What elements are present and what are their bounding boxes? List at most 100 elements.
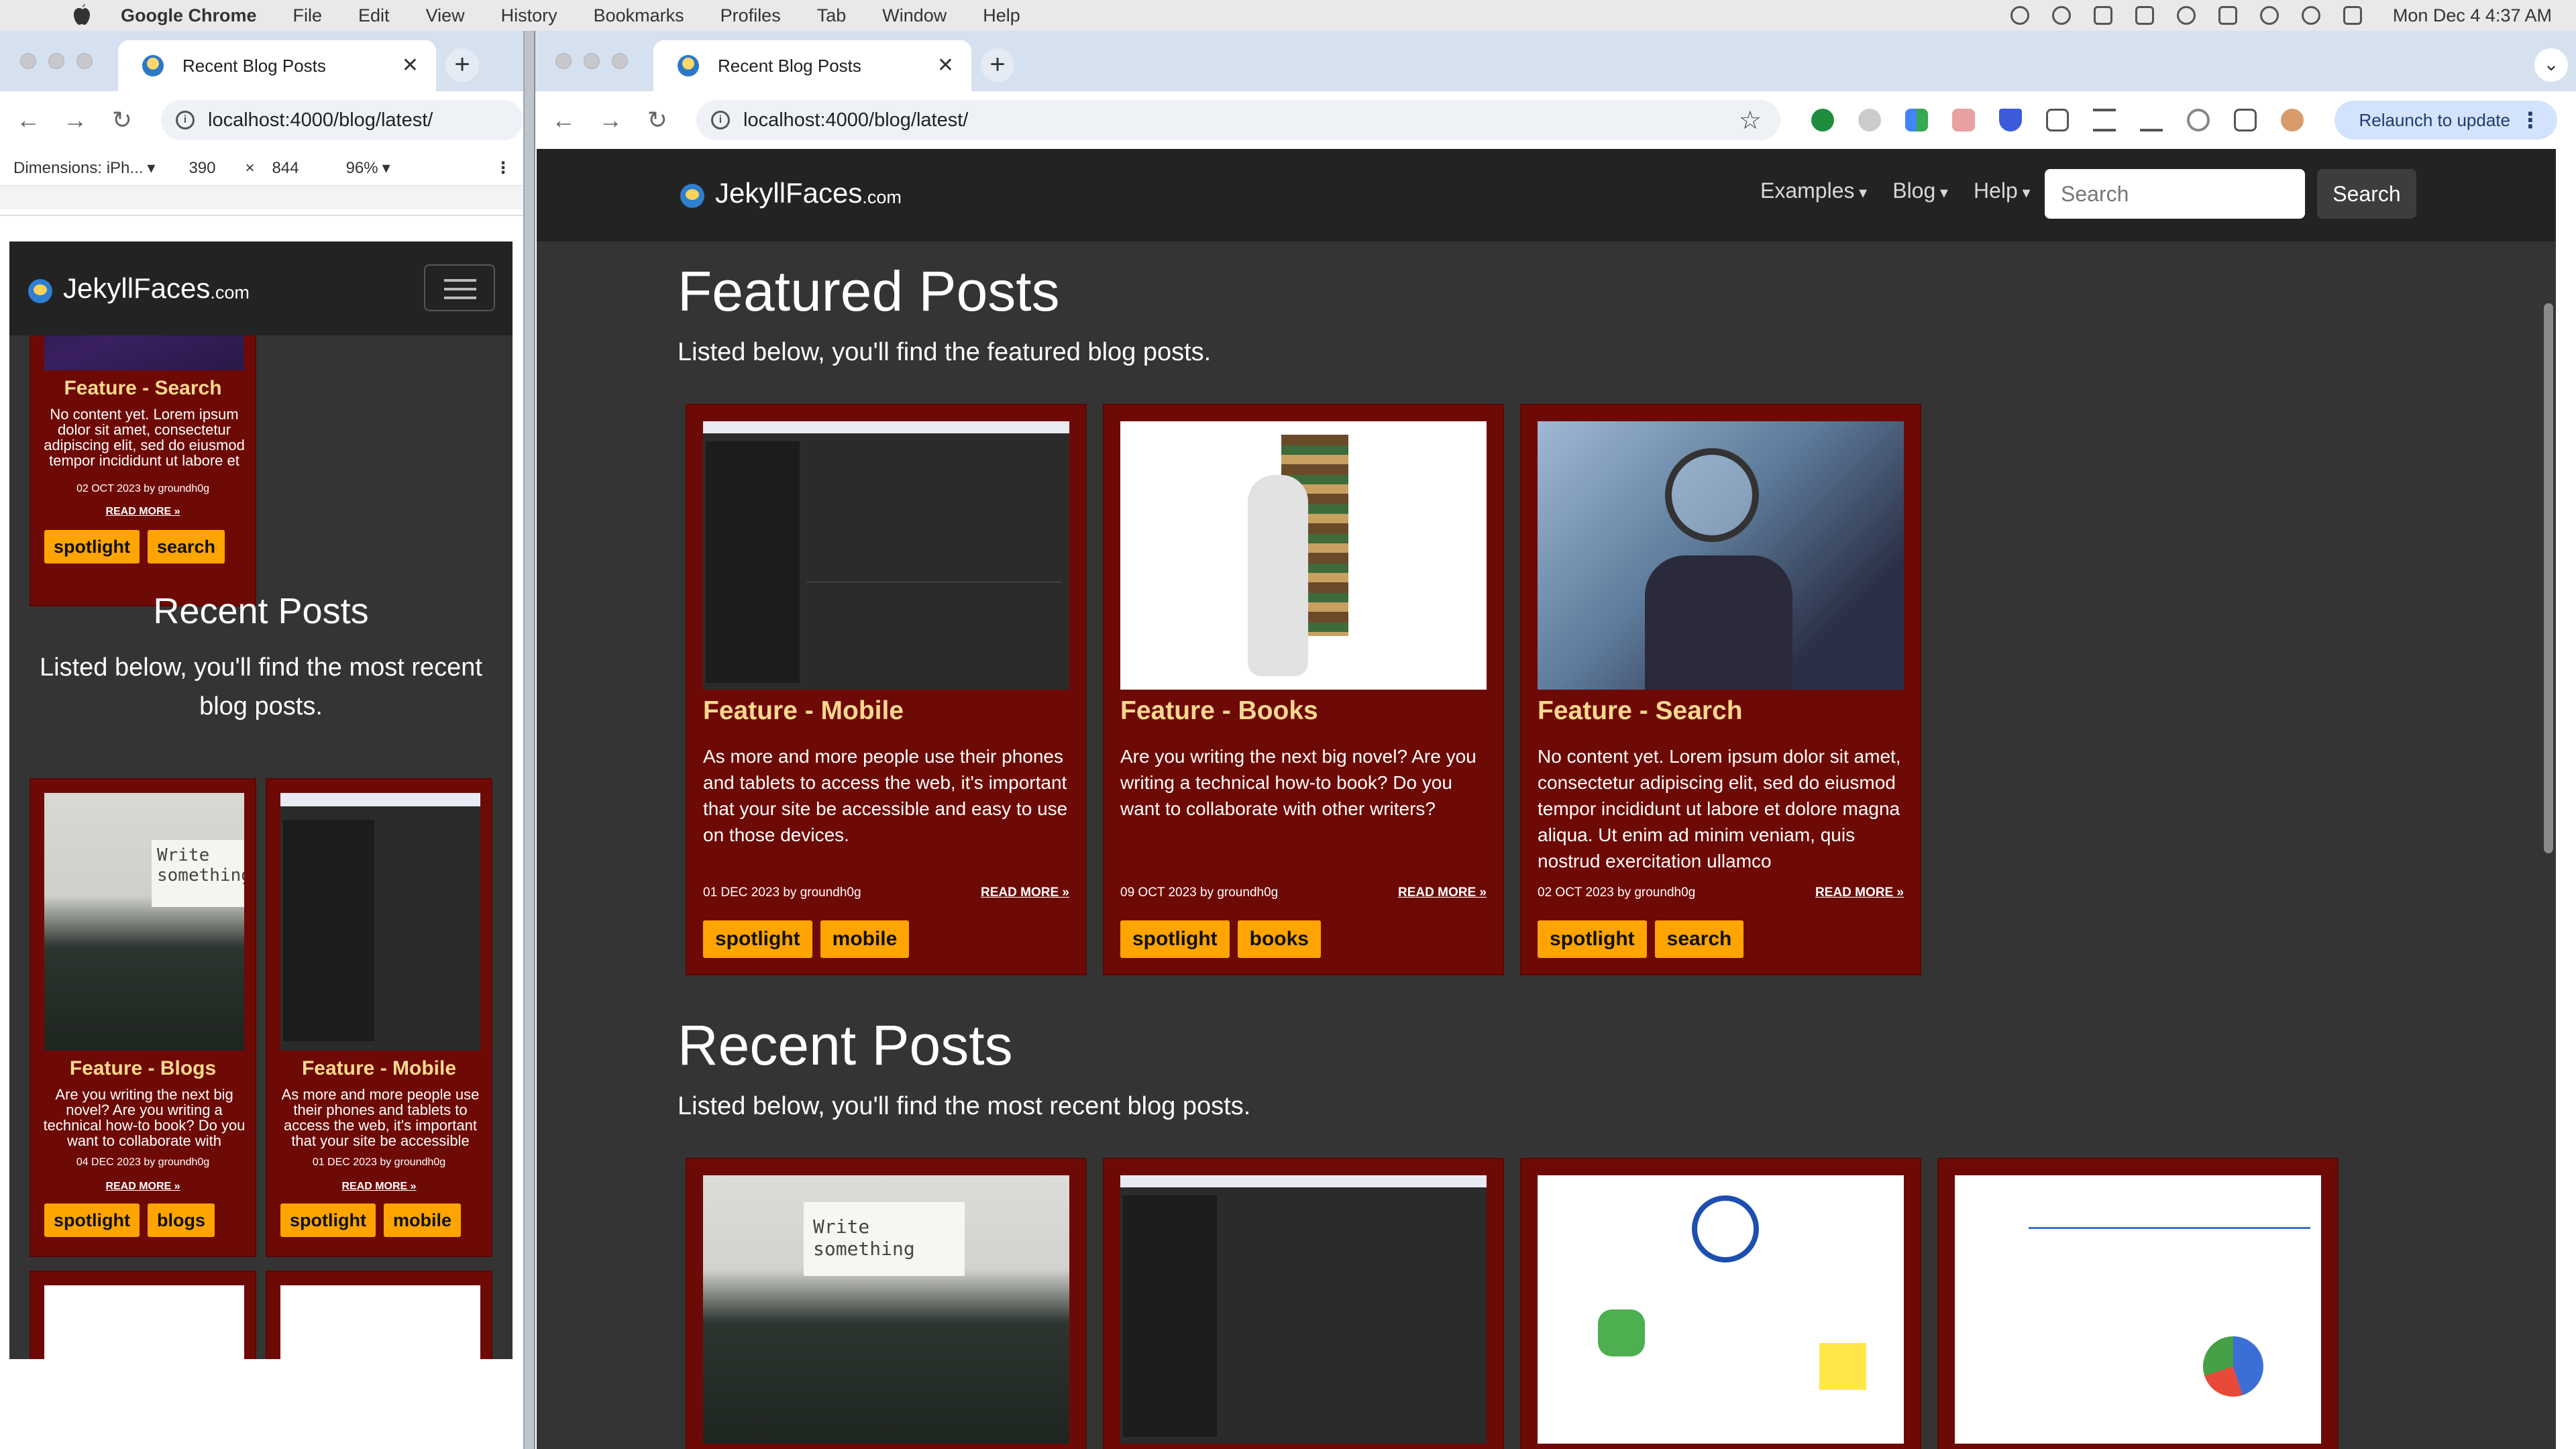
- post-card[interactable]: Feature - Mobile As more and more people…: [266, 778, 492, 1257]
- tag-spotlight[interactable]: spotlight: [1538, 920, 1647, 958]
- download-icon[interactable]: [2140, 109, 2163, 131]
- menu-help[interactable]: Help: [983, 5, 1020, 26]
- post-card[interactable]: Write something: [686, 1158, 1087, 1449]
- post-title[interactable]: Feature - Mobile: [703, 696, 904, 726]
- post-title[interactable]: Feature - Mobile: [267, 1057, 491, 1080]
- featured-post-card[interactable]: Feature - Search No content yet. Lorem i…: [1520, 404, 1921, 975]
- close-window-button[interactable]: [20, 53, 36, 69]
- tag-mobile[interactable]: mobile: [820, 920, 910, 958]
- battery-icon[interactable]: [2218, 6, 2237, 25]
- reading-list-icon[interactable]: [2093, 109, 2116, 131]
- menu-window[interactable]: Window: [882, 5, 947, 26]
- read-more-link[interactable]: READ MORE »: [31, 1181, 255, 1193]
- minimize-window-button[interactable]: [48, 53, 64, 69]
- tag-search[interactable]: search: [147, 530, 225, 564]
- post-thumbnail[interactable]: [280, 1285, 480, 1359]
- extension-phone-icon[interactable]: [1811, 109, 1834, 131]
- status-icon-1[interactable]: [2010, 6, 2029, 25]
- wifi-icon[interactable]: [2259, 6, 2279, 25]
- google-lens-icon[interactable]: [2187, 109, 2210, 131]
- post-card[interactable]: Write something Feature - Blogs Are you …: [30, 778, 256, 1257]
- post-card[interactable]: [266, 1271, 492, 1359]
- menu-bookmarks[interactable]: Bookmarks: [594, 5, 684, 26]
- device-height-field[interactable]: 844: [272, 159, 299, 178]
- site-brand[interactable]: JekyllFaces .com: [25, 271, 250, 306]
- post-card[interactable]: [30, 1271, 256, 1359]
- browser-tab[interactable]: Recent Blog Posts ✕: [118, 40, 436, 91]
- apple-icon[interactable]: [70, 3, 94, 28]
- chevron-down-icon[interactable]: ▾: [382, 158, 390, 178]
- post-title[interactable]: Feature - Search: [1538, 696, 1743, 726]
- extensions-puzzle-icon[interactable]: [2046, 109, 2069, 131]
- read-more-link[interactable]: READ MORE »: [1398, 885, 1487, 900]
- close-window-button[interactable]: [555, 53, 572, 69]
- extension-4-icon[interactable]: [1952, 109, 1975, 131]
- tag-spotlight[interactable]: spotlight: [44, 530, 140, 564]
- close-tab-icon[interactable]: ✕: [937, 54, 954, 77]
- menubar-clock[interactable]: Mon Dec 4 4:37 AM: [2393, 5, 2552, 26]
- extension-3-icon[interactable]: [1905, 109, 1928, 131]
- post-thumbnail-books[interactable]: [1120, 421, 1487, 690]
- read-more-link[interactable]: READ MORE »: [267, 1181, 491, 1193]
- post-thumbnail-screenshot[interactable]: [280, 793, 480, 1051]
- read-more-link[interactable]: READ MORE »: [981, 885, 1069, 900]
- tag-spotlight[interactable]: spotlight: [1120, 920, 1230, 958]
- browser-tab[interactable]: Recent Blog Posts ✕: [653, 40, 971, 91]
- close-tab-icon[interactable]: ✕: [402, 54, 419, 77]
- site-search-input[interactable]: Search: [2045, 169, 2305, 219]
- menu-tab[interactable]: Tab: [817, 5, 847, 26]
- site-search-button[interactable]: Search: [2317, 169, 2416, 219]
- page-scrollbar[interactable]: [2544, 303, 2553, 853]
- menu-history[interactable]: History: [501, 5, 557, 26]
- post-thumbnail-analytics[interactable]: [1955, 1175, 2321, 1444]
- site-info-icon[interactable]: i: [176, 111, 195, 129]
- menu-edit[interactable]: Edit: [358, 5, 390, 26]
- back-arrow-icon[interactable]: ←: [15, 107, 42, 133]
- tag-mobile[interactable]: mobile: [383, 1203, 461, 1237]
- post-thumbnail-magnifier[interactable]: [1538, 421, 1904, 690]
- tag-search[interactable]: search: [1654, 920, 1744, 958]
- post-title[interactable]: Feature - Blogs: [31, 1057, 255, 1080]
- post-thumbnail-screenshot[interactable]: [1120, 1175, 1487, 1444]
- new-tab-button[interactable]: +: [981, 48, 1014, 82]
- status-icon-4[interactable]: [2135, 6, 2154, 25]
- menu-app-name[interactable]: Google Chrome: [121, 5, 257, 26]
- status-icon-5[interactable]: [2176, 6, 2196, 25]
- post-card[interactable]: [1520, 1158, 1921, 1449]
- address-bar[interactable]: i localhost:4000/blog/latest/ ☆: [696, 100, 1780, 140]
- hamburger-menu-button[interactable]: [424, 264, 495, 311]
- device-selector[interactable]: Dimensions: iPh...: [13, 159, 143, 178]
- side-panel-icon[interactable]: [2234, 109, 2257, 131]
- post-thumbnail[interactable]: [44, 1285, 244, 1359]
- post-thumbnail-typewriter[interactable]: Write something: [44, 793, 244, 1051]
- nav-help-dropdown[interactable]: Help: [1974, 178, 2031, 203]
- reload-icon[interactable]: ↻: [644, 107, 671, 133]
- post-thumbnail-404-collage[interactable]: [1538, 1175, 1904, 1444]
- zoom-window-button[interactable]: [612, 53, 628, 69]
- address-bar[interactable]: i localhost:4000/blog/latest/: [161, 100, 523, 140]
- site-viewport[interactable]: JekyllFaces .com Examples Blog Help Sear…: [537, 149, 2556, 1449]
- tab-search-chevron-icon[interactable]: ⌄: [2534, 48, 2568, 82]
- bookmark-star-icon[interactable]: ☆: [1739, 105, 1762, 136]
- minimize-window-button[interactable]: [584, 53, 600, 69]
- post-card[interactable]: [1937, 1158, 2339, 1449]
- post-title[interactable]: Feature - Books: [1120, 696, 1318, 726]
- menu-view[interactable]: View: [426, 5, 465, 26]
- forward-arrow-icon[interactable]: →: [62, 107, 89, 133]
- post-thumbnail-screenshot[interactable]: [703, 421, 1069, 690]
- back-arrow-icon[interactable]: ←: [550, 107, 577, 133]
- device-width-field[interactable]: 390: [189, 159, 215, 178]
- status-icon-2[interactable]: [2051, 6, 2071, 25]
- tag-spotlight[interactable]: spotlight: [44, 1203, 140, 1237]
- reload-icon[interactable]: ↻: [109, 107, 136, 133]
- tag-books[interactable]: books: [1237, 920, 1321, 958]
- site-brand[interactable]: JekyllFaces .com: [678, 176, 902, 211]
- nav-blog-dropdown[interactable]: Blog: [1892, 178, 1948, 203]
- post-title[interactable]: Feature - Search: [31, 377, 255, 400]
- new-tab-button[interactable]: +: [445, 48, 479, 82]
- mobile-site-viewport[interactable]: Feature - Search No content yet. Lorem i…: [9, 241, 513, 1359]
- chrome-menu-icon[interactable]: ⋮: [2520, 101, 2541, 140]
- more-options-icon[interactable]: ⋮: [495, 158, 511, 178]
- control-center-icon[interactable]: [2343, 6, 2362, 25]
- extension-5-icon[interactable]: [1999, 109, 2022, 131]
